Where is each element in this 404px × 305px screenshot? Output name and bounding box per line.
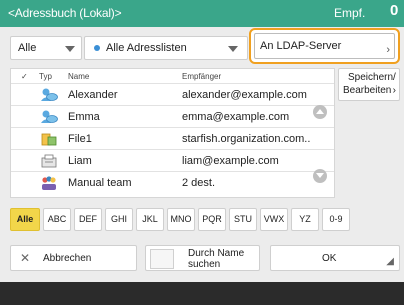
contact-name: Alexander	[68, 89, 118, 101]
email-contact-icon	[41, 88, 58, 101]
column-check[interactable]: ✓	[21, 72, 28, 81]
tab-ghi[interactable]: GHI	[105, 208, 133, 231]
table-row[interactable]: Liam liam@example.com	[11, 149, 334, 171]
table-row[interactable]: Alexander alexander@example.com	[11, 83, 334, 105]
list-indicator-icon	[94, 45, 100, 51]
tab-abc[interactable]: ABC	[43, 208, 71, 231]
search-by-name-button[interactable]: Durch Name suchen	[145, 245, 260, 271]
search-by-name-line2: suchen	[188, 259, 221, 270]
contact-address: emma@example.com	[182, 111, 290, 123]
address-list-value: Alle Adresslisten	[106, 42, 187, 54]
corner-arrow-icon: ◢	[386, 256, 394, 267]
tab-jkl[interactable]: JKL	[136, 208, 164, 231]
contact-address: liam@example.com	[182, 155, 279, 167]
address-book-screen: <Adressbuch (Lokal)> Empf. 0 Alle Alle A…	[0, 0, 404, 305]
tab-vwx[interactable]: VWX	[260, 208, 288, 231]
address-list-dropdown[interactable]: Alle Adresslisten	[84, 36, 248, 60]
scroll-up-button[interactable]	[313, 105, 327, 119]
contact-address: starfish.organization.com..	[182, 133, 311, 145]
ldap-button-label: An LDAP-Server	[260, 40, 342, 52]
cancel-label: Abbrechen	[43, 253, 92, 264]
save-edit-label-line2: Bearbeiten	[343, 85, 392, 96]
contact-address: alexander@example.com	[182, 89, 307, 101]
tab-alle[interactable]: Alle	[10, 208, 40, 231]
tab-yz[interactable]: YZ	[291, 208, 319, 231]
table-row[interactable]: Manual team 2 dest.	[11, 171, 334, 193]
search-by-name-line1: Durch Name	[188, 248, 245, 259]
email-contact-icon	[41, 110, 58, 123]
recipients-label: Empf.	[334, 6, 366, 20]
file-server-icon	[41, 133, 57, 146]
cancel-button[interactable]: ✕ Abbrechen	[10, 245, 137, 271]
tab-stu[interactable]: STU	[229, 208, 257, 231]
table-header: ✓ Typ Name Empfänger	[11, 69, 334, 83]
type-filter-value: Alle	[18, 42, 37, 54]
save-edit-button[interactable]: Speichern/ Bearbeiten ›	[338, 68, 400, 101]
chevron-down-icon	[65, 46, 75, 52]
contact-address: 2 dest.	[182, 177, 216, 189]
tab-def[interactable]: DEF	[74, 208, 102, 231]
chevron-right-icon: ›	[386, 44, 390, 56]
recipients-count: 0	[390, 2, 399, 19]
fax-icon	[41, 154, 57, 168]
ok-label: OK	[322, 253, 337, 264]
column-type[interactable]: Typ	[39, 72, 52, 81]
contact-name: Liam	[68, 155, 92, 167]
scroll-down-button[interactable]	[313, 169, 327, 183]
footer-bar	[0, 282, 404, 305]
group-icon	[42, 176, 56, 190]
column-recipient[interactable]: Empfänger	[182, 72, 221, 81]
column-name[interactable]: Name	[68, 72, 89, 81]
tab-pqr[interactable]: PQR	[198, 208, 226, 231]
screen-title: <Adressbuch (Lokal)>	[8, 6, 122, 20]
chevron-right-icon: ›	[392, 85, 396, 96]
contact-name: File1	[68, 133, 92, 145]
contact-name: Emma	[68, 111, 100, 123]
contact-name: Manual team	[68, 177, 132, 189]
header-bar: <Adressbuch (Lokal)> Empf. 0	[0, 0, 404, 27]
ok-button[interactable]: OK ◢	[270, 245, 400, 271]
save-edit-label-line1: Speichern/	[348, 72, 396, 83]
tab-mno[interactable]: MNO	[167, 208, 195, 231]
chevron-down-icon	[228, 46, 238, 52]
keyboard-icon	[150, 249, 174, 269]
close-icon: ✕	[20, 251, 31, 265]
table-row[interactable]: File1 starfish.organization.com..	[11, 127, 334, 149]
address-table: ✓ Typ Name Empfänger Alexander alexander…	[10, 68, 335, 198]
type-filter-dropdown[interactable]: Alle	[10, 36, 82, 60]
table-row[interactable]: Emma emma@example.com	[11, 105, 334, 127]
ldap-server-button[interactable]: An LDAP-Server ›	[249, 28, 400, 64]
tab-0-9[interactable]: 0-9	[322, 208, 350, 231]
